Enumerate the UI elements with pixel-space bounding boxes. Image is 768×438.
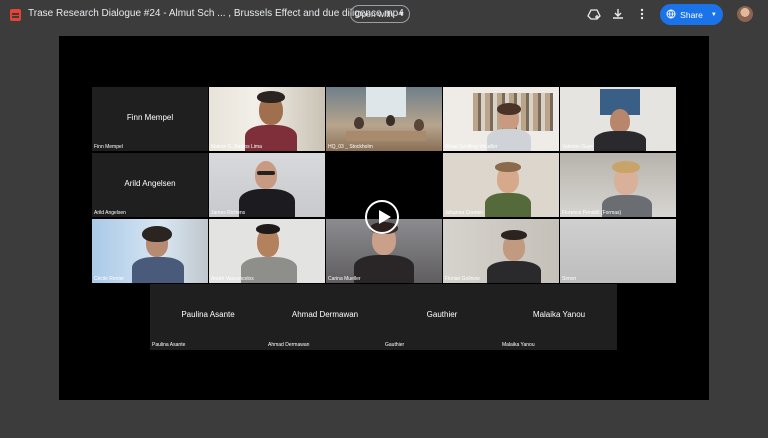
tile-andre: André Vasconcelos [209, 219, 325, 283]
participant-caption: André Vasconcelos [211, 276, 254, 282]
viewer-toolbar: Trase Research Dialogue #24 - Almut Sch … [0, 0, 768, 30]
participant-caption: James Richens [211, 210, 246, 216]
tile-hq-stockholm: HQ_03 _ Stockholm [326, 87, 442, 151]
share-button[interactable]: Share ▼ [660, 4, 723, 25]
audio-participants-strip: Paulina Asante Paulina Asante Ahmad Derm… [150, 284, 617, 350]
participant-caption: Malaika Yanou [502, 342, 535, 348]
participant-caption: Johanna Coenen [445, 210, 484, 216]
participant-caption: Gauthier [385, 342, 405, 348]
participant-caption: Simon [562, 276, 577, 282]
participant-name: Arild Angelsen [124, 179, 176, 188]
open-with-button[interactable]: Open with ▼ [350, 5, 410, 23]
participant-name: Finn Mempel [126, 113, 174, 122]
chevron-down-icon: ▼ [398, 10, 406, 18]
participant-caption: Mairon G. Bastos Lima [211, 144, 262, 150]
participant-caption: Florence Pendrill (Formas) [562, 210, 622, 216]
tile-simon: Simon [560, 219, 676, 283]
participant-name: Ahmad Dermawan [291, 310, 359, 319]
participant-caption: HQ_03 _ Stockholm [328, 144, 373, 150]
participant-caption: Almut Schilling-Vacaflor [445, 144, 498, 150]
participant-name: Malaika Yanou [532, 310, 586, 319]
file-title: Trase Research Dialogue #24 - Almut Sch … [28, 8, 404, 19]
participant-caption: Paulina Asante [152, 342, 186, 348]
video-file-icon [10, 9, 21, 21]
download-icon[interactable] [611, 7, 625, 21]
participant-caption: Valentin Guye [562, 144, 594, 150]
tile-james: James Richens [209, 153, 325, 217]
tile-florian: Florian Gollnow [443, 219, 559, 283]
account-avatar[interactable] [737, 6, 753, 22]
tile-finn-mempel: Finn Mempel Finn Mempel [92, 87, 208, 151]
participant-caption: Ahmad Dermawan [268, 342, 310, 348]
participant-caption: Arild Angelsen [94, 210, 126, 216]
share-label: Share [680, 9, 703, 20]
tile-cecile: Cécile Renier [92, 219, 208, 283]
participant-caption: Carina Mueller [328, 276, 361, 282]
more-vert-icon[interactable] [635, 7, 649, 21]
share-chevron-icon: ▼ [710, 11, 717, 18]
participant-name: Paulina Asante [181, 310, 235, 319]
participant-caption: Finn Mempel [94, 144, 123, 150]
participant-caption: Florian Gollnow [445, 276, 480, 282]
tile-mairon: Mairon G. Bastos Lima [209, 87, 325, 151]
tile-arild-angelsen: Arild Angelsen Arild Angelsen [92, 153, 208, 217]
tile-florence: Florence Pendrill (Formas) [560, 153, 676, 217]
participant-name: Gauthier [426, 310, 458, 319]
globe-icon [666, 9, 676, 21]
add-to-drive-icon[interactable] [587, 7, 601, 21]
participant-caption: Cécile Renier [94, 276, 125, 282]
tile-johanna: Johanna Coenen [443, 153, 559, 217]
play-button[interactable] [365, 200, 399, 234]
open-with-label: Open with [354, 9, 394, 19]
tile-almut: Almut Schilling-Vacaflor [443, 87, 559, 151]
tile-valentin: Valentin Guye [560, 87, 676, 151]
